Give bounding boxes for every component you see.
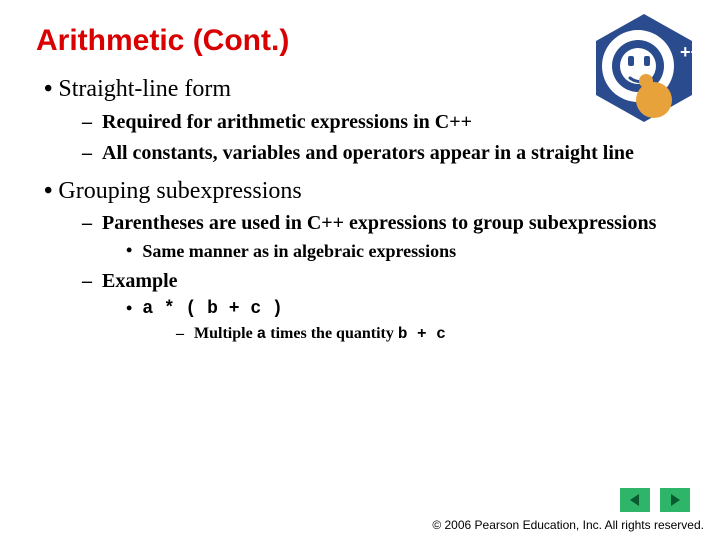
bullet-list-level3: a * ( b + c ) Multiple a times the quant… bbox=[82, 298, 684, 345]
bullet-list-level4: Multiple a times the quantity b + c bbox=[126, 324, 684, 344]
l2-text: All constants, variables and operators a… bbox=[102, 141, 634, 166]
bullet-dash-icon bbox=[82, 141, 92, 165]
bullet-dot-icon bbox=[126, 298, 132, 320]
slide: ++ Arithmetic (Cont.) Straight-line form… bbox=[0, 0, 720, 540]
bullet-list-level3: Same manner as in algebraic expressions bbox=[82, 240, 684, 263]
list-item: All constants, variables and operators a… bbox=[82, 141, 684, 166]
nav-controls bbox=[620, 488, 690, 512]
triangle-left-icon bbox=[628, 493, 642, 507]
bullet-dash-icon bbox=[82, 110, 92, 134]
l4-code2: b + c bbox=[398, 325, 446, 343]
next-button[interactable] bbox=[660, 488, 690, 512]
bullet-dash-icon bbox=[82, 269, 92, 293]
l2-text: Example bbox=[102, 269, 178, 294]
list-item: Same manner as in algebraic expressions bbox=[126, 240, 684, 263]
l4-pre: Multiple bbox=[194, 325, 257, 342]
l1-heading: Straight-line form bbox=[58, 76, 231, 104]
bullet-dash-icon bbox=[82, 211, 92, 235]
l3-code: a * ( b + c ) bbox=[142, 298, 282, 321]
triangle-right-icon bbox=[668, 493, 682, 507]
list-item: Parentheses are used in C++ expressions … bbox=[82, 211, 684, 263]
l1-heading: Grouping subexpressions bbox=[58, 178, 301, 206]
l2-text: Parentheses are used in C++ expressions … bbox=[102, 211, 656, 236]
bullet-list-level2: Parentheses are used in C++ expressions … bbox=[44, 211, 684, 344]
bullet-dot-icon bbox=[44, 76, 52, 102]
prev-button[interactable] bbox=[620, 488, 650, 512]
list-item: a * ( b + c ) Multiple a times the quant… bbox=[126, 298, 684, 345]
svg-text:++: ++ bbox=[680, 42, 701, 62]
list-item: Grouping subexpressions Parentheses are … bbox=[44, 178, 684, 345]
cpp-thinking-logo: ++ bbox=[584, 8, 704, 128]
copyright-footer: © 2006 Pearson Education, Inc. All right… bbox=[432, 518, 704, 532]
l4-mid: times the quantity bbox=[266, 325, 398, 342]
bullet-dot-icon bbox=[126, 240, 132, 262]
list-item: Multiple a times the quantity b + c bbox=[176, 324, 684, 344]
list-item: Example a * ( b + c ) bbox=[82, 269, 684, 345]
l4-code1: a bbox=[257, 325, 267, 343]
l3-text: Same manner as in algebraic expressions bbox=[142, 240, 456, 263]
bullet-dash-icon bbox=[176, 324, 184, 343]
bullet-dot-icon bbox=[44, 178, 52, 204]
l4-text: Multiple a times the quantity b + c bbox=[194, 324, 446, 344]
l2-text: Required for arithmetic expressions in C… bbox=[102, 110, 472, 135]
